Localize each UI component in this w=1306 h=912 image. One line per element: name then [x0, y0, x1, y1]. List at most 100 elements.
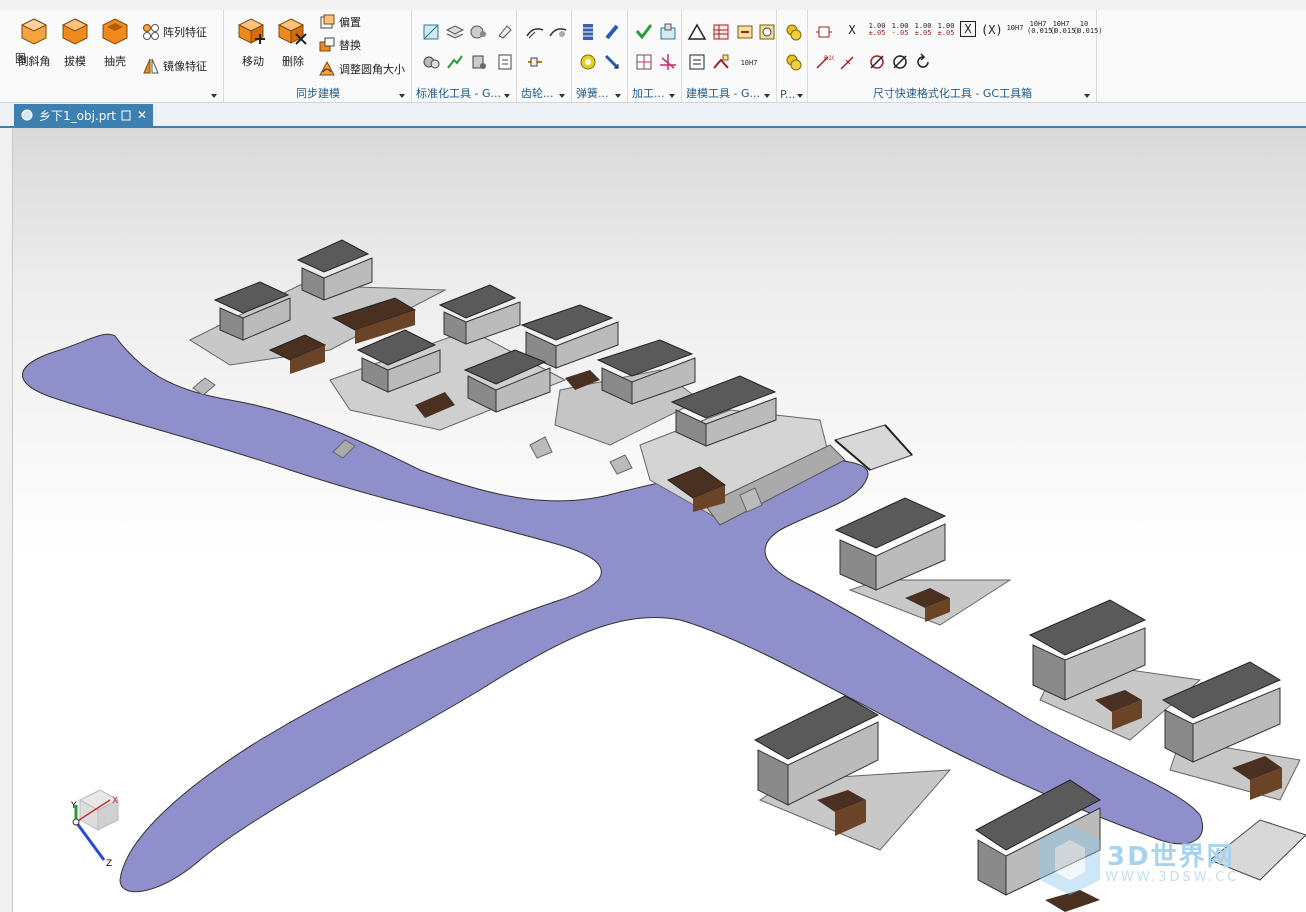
resource-bar[interactable]	[0, 128, 13, 912]
tab-close-icon[interactable]: ✕	[137, 108, 147, 122]
dim-tool-1-icon[interactable]	[814, 22, 834, 42]
pattern-feature-button[interactable]: 阵列特征	[142, 22, 207, 42]
ribbon-toolbar: 图 倒斜角 拔模 抽壳 阵列特征 镜像特征 移动 删除 偏置 替换 调整圆角大小…	[0, 10, 1306, 103]
dim-paren-x[interactable]: (X)	[981, 23, 1003, 37]
tol-10h7-c[interactable]: 10H7 (0.015)	[1050, 21, 1080, 35]
diameter-icon[interactable]	[867, 52, 887, 72]
std-tool-1-icon[interactable]	[421, 22, 441, 42]
sync-group-expand-icon[interactable]	[399, 94, 405, 98]
watermark-text: 3D世界网	[1107, 842, 1235, 872]
dim-tool-3-icon[interactable]	[838, 52, 858, 72]
machining-group-label: 加工...	[632, 87, 665, 100]
modeling-tool-3-icon[interactable]	[735, 22, 755, 42]
p-group-expand-icon[interactable]	[797, 94, 803, 98]
spring-tool-4-icon[interactable]	[602, 52, 622, 72]
axis-y-label: Y	[70, 801, 77, 811]
triangle-icon[interactable]	[687, 22, 707, 42]
modeling-tool-4-icon[interactable]	[757, 22, 777, 42]
spring-tool-3-icon[interactable]	[578, 52, 598, 72]
mirror-feature-button[interactable]: 镜像特征	[142, 56, 207, 76]
std-group-expand-icon[interactable]	[504, 94, 510, 98]
std-tool-2-icon[interactable]	[445, 22, 465, 42]
undo-icon[interactable]	[913, 52, 933, 72]
scene-canvas[interactable]: Y X Z	[13, 128, 1306, 912]
tab-document[interactable]: 乡下1_obj.prt ✕	[14, 104, 154, 126]
machining-group-expand-icon[interactable]	[669, 94, 675, 98]
delete-face-button[interactable]: 删除	[273, 14, 313, 70]
replace-face-button[interactable]: 替换	[318, 35, 361, 55]
house-9[interactable]	[834, 497, 1012, 626]
document-tab-bar: 乡下1_obj.prt ✕	[0, 103, 1306, 128]
dim-tool-2-icon[interactable]: R10	[814, 52, 836, 72]
table-icon[interactable]	[711, 22, 731, 42]
dim-value-2[interactable]: 1.00 -.05	[890, 23, 910, 37]
dim-format-group-label: 尺寸快速格式化工具 - GC工具箱	[872, 87, 1033, 100]
shell-icon	[102, 18, 128, 45]
spring-group-label: 弹簧...	[576, 87, 609, 100]
modeling-tool-6-icon[interactable]	[711, 52, 731, 72]
draft-icon	[61, 18, 89, 45]
gear-tool-2-icon[interactable]	[548, 22, 568, 42]
p-tool-1-icon[interactable]	[784, 22, 804, 42]
gear-tool-3-icon[interactable]	[525, 52, 545, 72]
dim-value-3[interactable]: 1.00 ±.05	[913, 23, 933, 37]
chamfer-icon	[20, 18, 48, 45]
tol-10h7-b[interactable]: 10H7 (0.015)	[1027, 21, 1057, 35]
gear-group-label: 齿轮...	[521, 87, 554, 100]
dim-value-1[interactable]: 1.00 ±.05	[867, 23, 887, 37]
tab-label: 乡下1_obj.prt	[39, 108, 116, 123]
machining-tool-3-icon[interactable]	[634, 52, 654, 72]
machining-tool-4-icon[interactable]	[658, 52, 678, 72]
move-button[interactable]: 移动	[233, 14, 273, 70]
dim-value-4[interactable]: 1.00 ±.05	[936, 23, 956, 37]
axis-z-label: Z	[106, 859, 112, 869]
machining-group: 加工...	[629, 10, 682, 102]
tol-10h7-a[interactable]: 10H7	[1004, 25, 1026, 32]
modeling-tools-group: 10H7 建模工具 - G...	[683, 10, 777, 102]
machining-tool-2-icon[interactable]	[658, 22, 678, 42]
move-face-icon	[237, 18, 265, 44]
std-tools-group: 标准化工具 - G...	[413, 10, 517, 102]
std-tool-7-icon[interactable]	[469, 52, 489, 72]
delete-face-icon	[277, 18, 307, 45]
modeling-group-expand-icon[interactable]	[764, 94, 770, 98]
pattern-icon	[143, 24, 159, 40]
machining-tool-1-icon[interactable]	[634, 22, 654, 42]
p-tool-2-icon[interactable]	[784, 52, 804, 72]
tol-10-d[interactable]: 10 (0.015)	[1073, 21, 1103, 35]
gear-group: 齿轮...	[518, 10, 572, 102]
diameter-alt-icon[interactable]	[890, 52, 910, 72]
offset-face-button[interactable]: 偏置	[318, 12, 361, 32]
shell-button[interactable]: 抽壳	[95, 14, 135, 70]
sync-modeling-group: 移动 删除 偏置 替换 调整圆角大小 同步建模	[225, 10, 412, 102]
house-4[interactable]	[438, 284, 521, 345]
view-triad[interactable]: Y X Z	[70, 789, 120, 869]
spring-group-expand-icon[interactable]	[615, 94, 621, 98]
chamfer-button[interactable]: 倒斜角	[14, 14, 54, 70]
spring-tool-2-icon[interactable]	[602, 22, 622, 42]
dim-group-expand-icon[interactable]	[1084, 94, 1090, 98]
gear-tool-1-icon[interactable]	[525, 22, 545, 42]
std-tools-group-label: 标准化工具 - G...	[416, 87, 501, 100]
gear-group-expand-icon[interactable]	[559, 94, 565, 98]
draft-button[interactable]: 拔模	[55, 14, 95, 70]
resize-blend-icon	[319, 60, 335, 76]
svg-text:R10: R10	[824, 55, 834, 62]
note-icon[interactable]	[687, 52, 707, 72]
tab-pin-icon[interactable]	[121, 110, 132, 121]
std-tool-3-icon[interactable]	[469, 22, 489, 42]
std-tool-6-icon[interactable]	[445, 52, 465, 72]
resize-blend-button[interactable]: 调整圆角大小	[318, 59, 405, 79]
dim-x-label[interactable]: X	[845, 23, 859, 37]
std-tool-4-icon[interactable]	[495, 22, 515, 42]
axis-x-label: X	[112, 796, 118, 806]
spring-tool-1-icon[interactable]	[578, 22, 598, 42]
part-file-icon	[21, 109, 33, 121]
feature-group-expand-icon[interactable]	[211, 94, 217, 98]
graphics-viewport[interactable]: Y X Z	[13, 128, 1306, 912]
tolerance-10h7-label[interactable]: 10H7	[738, 60, 760, 67]
dim-boxed-x[interactable]: X	[960, 21, 976, 37]
std-tool-5-icon[interactable]	[421, 52, 441, 72]
dim-format-group: X 1.00 ±.05 1.00 -.05 1.00 ±.05 1.00 ±.05 X …	[809, 10, 1103, 102]
std-tool-8-icon[interactable]	[495, 52, 515, 72]
